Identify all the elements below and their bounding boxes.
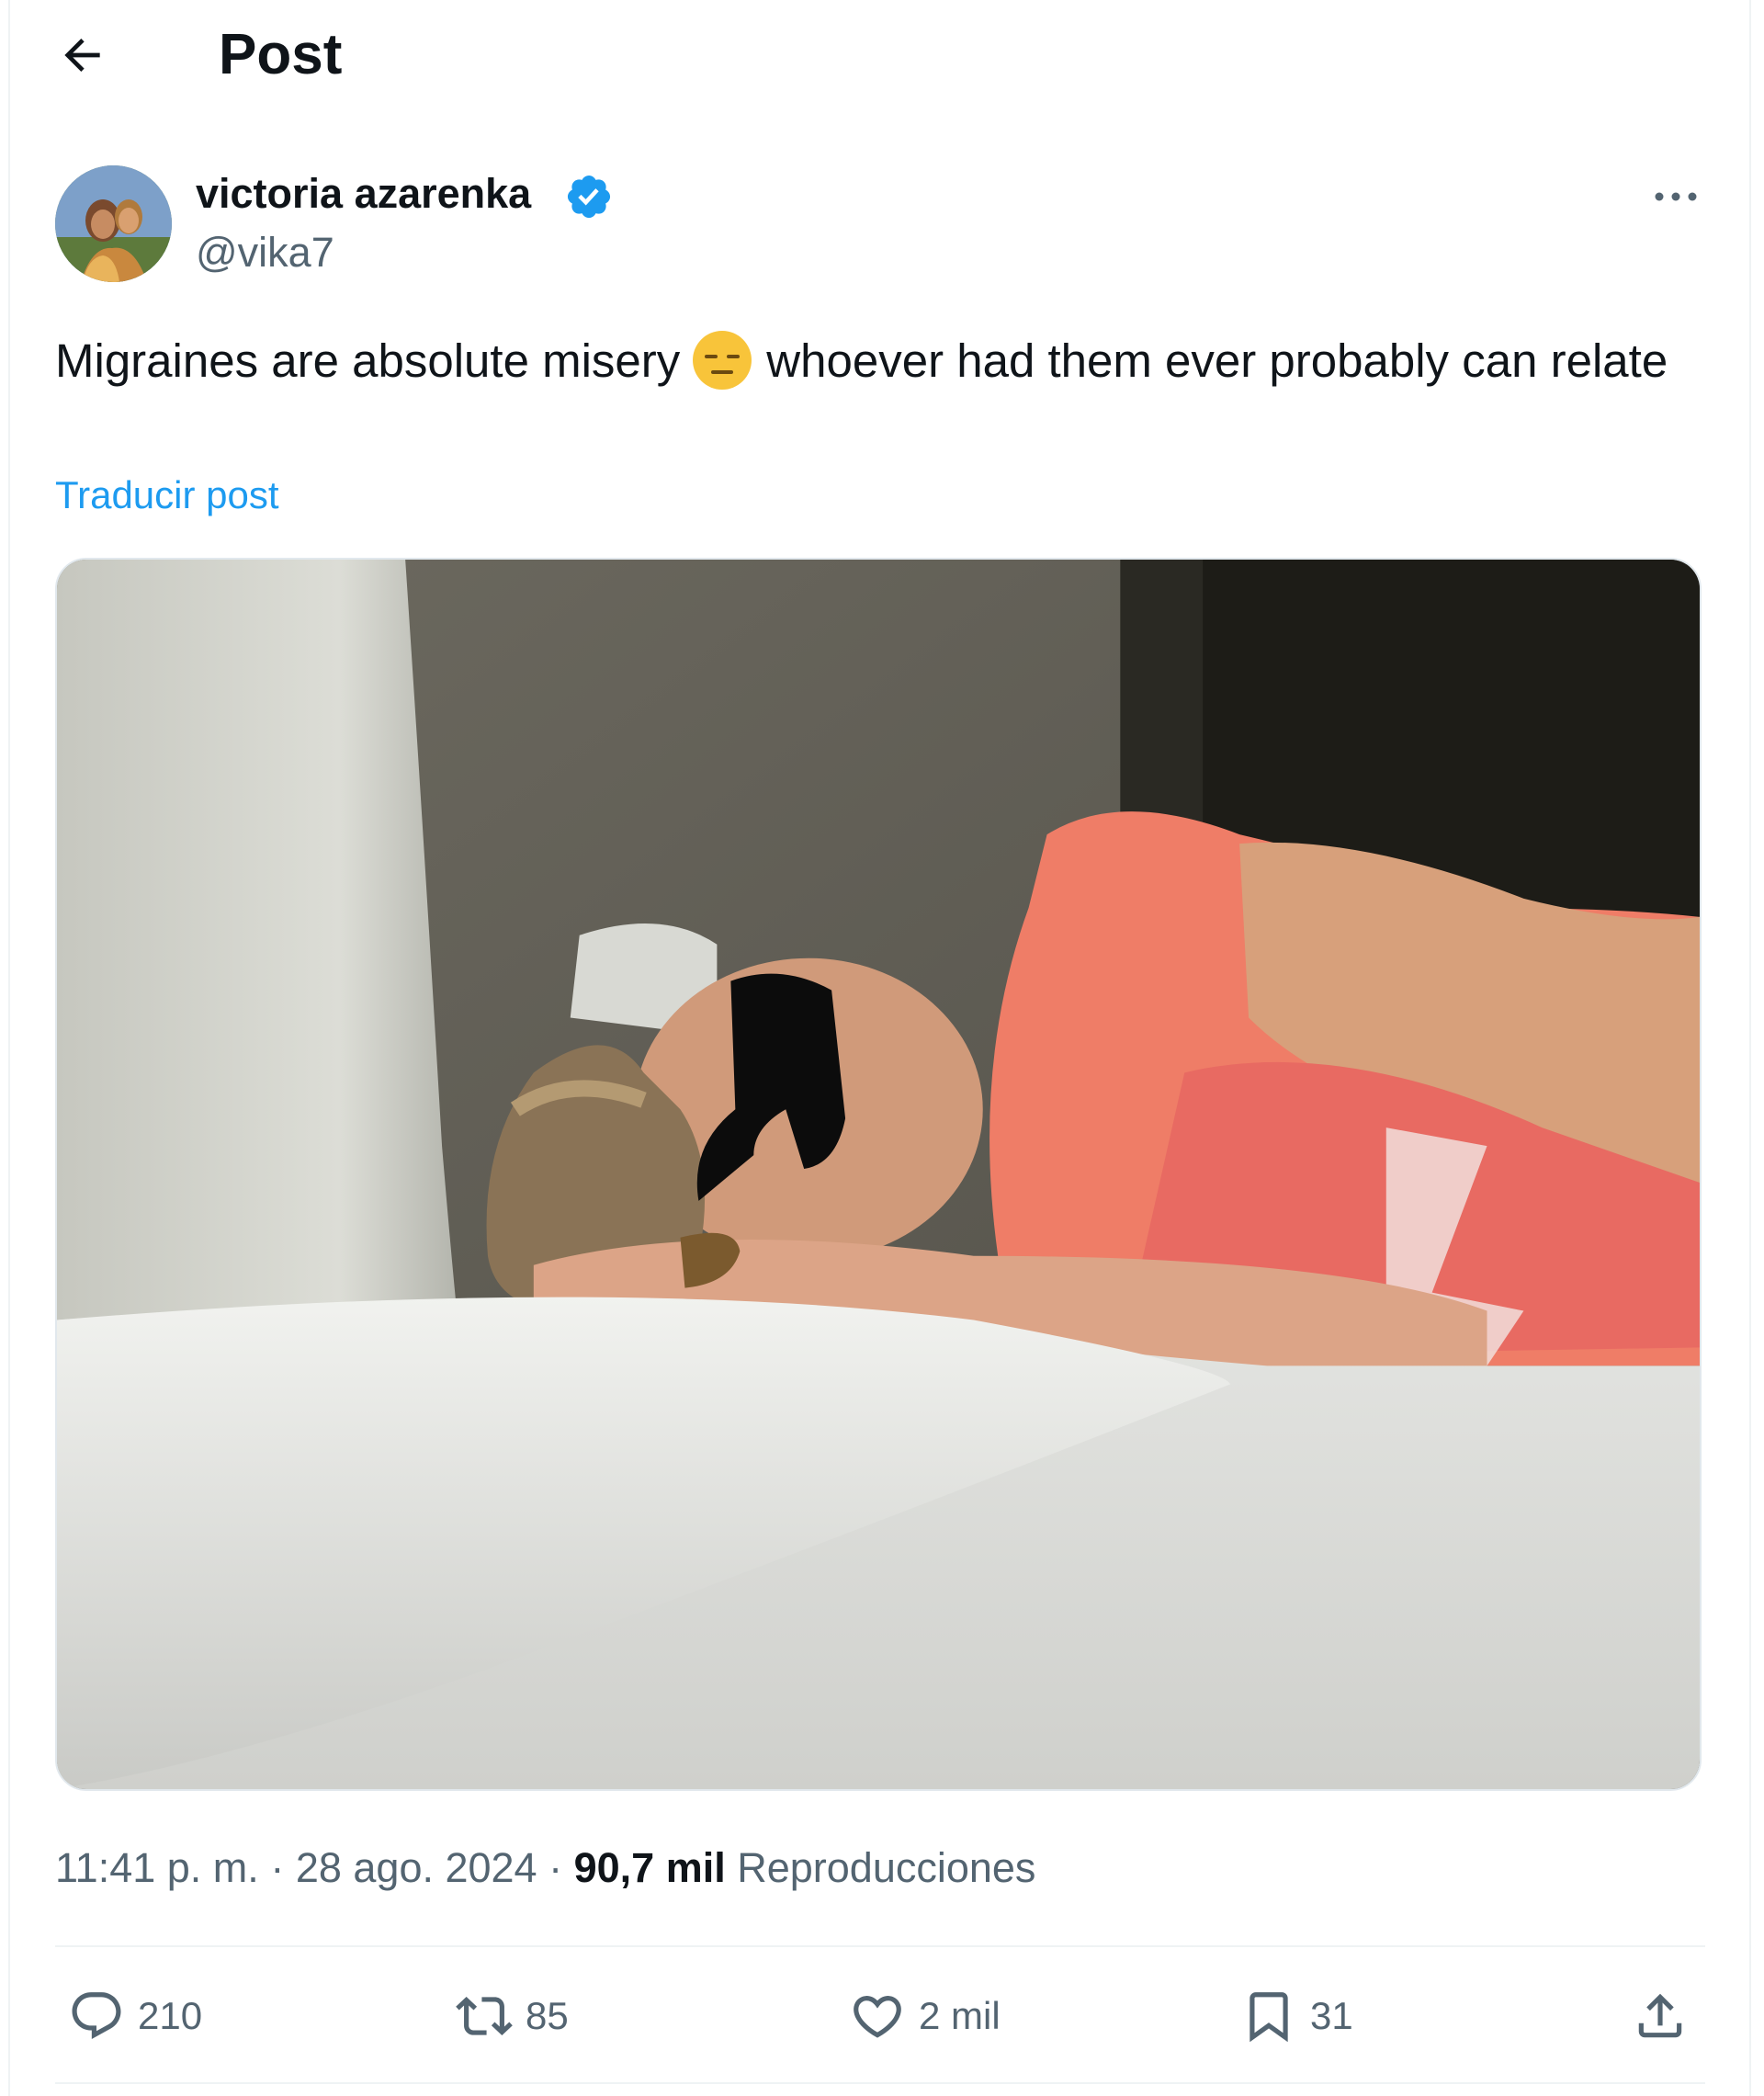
page-title: Post [219,23,343,86]
like-count: 2 mil [919,1994,1001,2037]
more-options-icon[interactable] [1650,180,1702,213]
post-date[interactable]: 28 ago. 2024 [296,1844,537,1891]
author-handle[interactable]: @vika7 [196,228,334,278]
repost-count: 85 [526,1994,569,2037]
repost-button[interactable]: 85 [456,1987,569,2045]
verified-badge-icon [564,172,614,221]
divider [55,2082,1705,2084]
reply-count: 210 [138,1994,203,2037]
share-icon [1638,1993,1682,2038]
bookmark-icon [1250,1992,1288,2043]
column-border-left [8,0,10,2096]
author-name[interactable]: victoria azarenka [196,169,531,219]
bookmark-button[interactable]: 31 [1240,1987,1353,2045]
post-time[interactable]: 11:41 p. m. [55,1844,259,1891]
post-photo[interactable] [55,558,1702,1791]
meta-separator: · [548,1844,563,1891]
meta-separator: · [270,1844,285,1891]
bookmark-count: 31 [1310,1994,1353,2037]
avatar[interactable] [55,165,172,282]
column-border-right [1749,0,1751,2096]
repost-icon [456,1997,513,2035]
heart-icon [854,1996,901,2038]
expressionless-face-icon [691,329,753,391]
page-header: Post [0,0,1764,110]
back-arrow-icon[interactable] [57,29,108,81]
post-text: Migraines are absolute misery whoever had… [55,326,1709,396]
post-text-part-1: Migraines are absolute misery [55,334,681,387]
share-button[interactable] [1632,1987,1689,2045]
post-text-part-2: whoever had them ever probably can relat… [766,334,1668,387]
reply-icon [72,1992,121,2040]
like-button[interactable]: 2 mil [849,1987,1001,2045]
views-count: 90,7 mil [573,1844,726,1891]
post-meta: 11:41 p. m. · 28 ago. 2024 · 90,7 mil Re… [55,1841,1035,1896]
reply-button[interactable]: 210 [68,1987,202,2045]
translate-post-link[interactable]: Traducir post [55,470,279,521]
views-label: Reproducciones [737,1844,1036,1891]
divider [55,1945,1705,1947]
